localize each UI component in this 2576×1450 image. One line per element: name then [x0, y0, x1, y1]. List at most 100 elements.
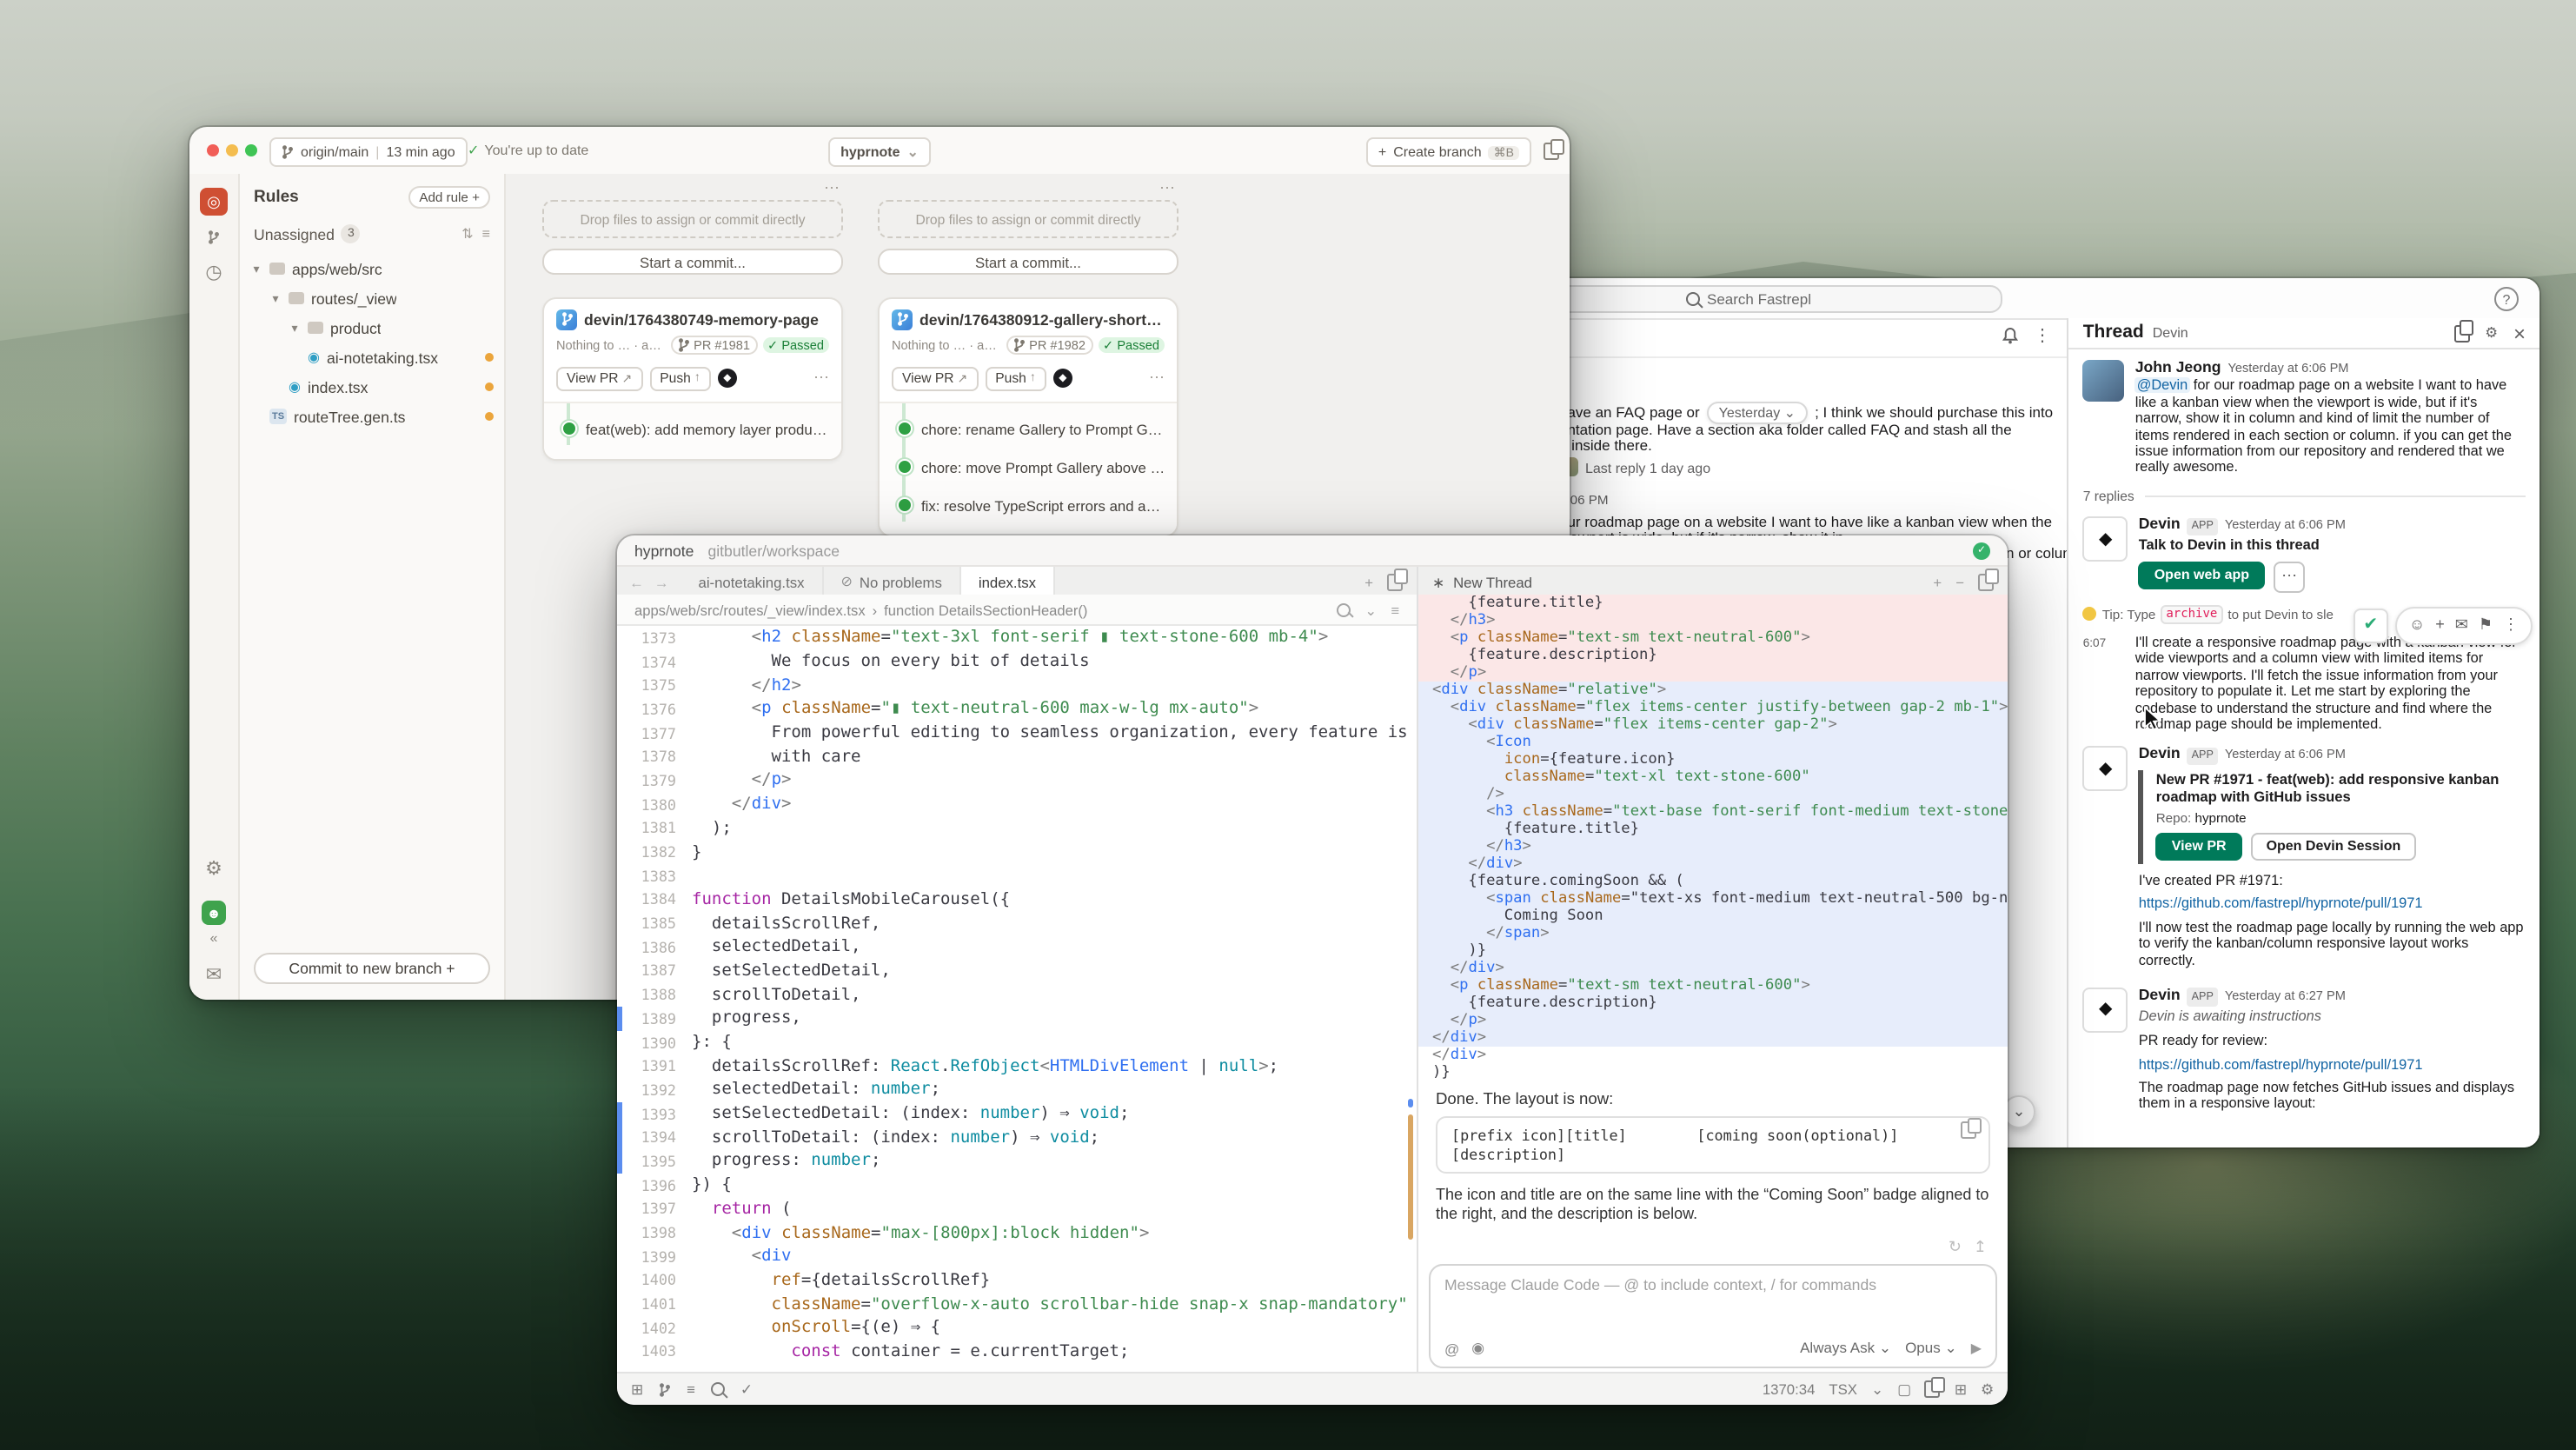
code-line[interactable]: 1403 const container = e.currentTarget;	[617, 1340, 1417, 1363]
pr-badge[interactable]: PR #1981	[671, 335, 757, 354]
mention[interactable]: @Devin	[2135, 378, 2190, 394]
copy-icon[interactable]	[1961, 1121, 1976, 1139]
check-reaction-button[interactable]: ✔	[2354, 609, 2388, 643]
code-line[interactable]: 1398 <div className="max-[800px]:block h…	[617, 1221, 1417, 1244]
code-line[interactable]: 1400 ref={detailsScrollRef}	[617, 1268, 1417, 1292]
code-line[interactable]: 1390}: {	[617, 1030, 1417, 1054]
open-in-window-icon[interactable]	[2453, 324, 2469, 342]
code-line[interactable]: 1391 detailsScrollRef: React.RefObject<H…	[617, 1054, 1417, 1078]
assistant-message-input[interactable]: Message Claude Code — @ to include conte…	[1429, 1264, 1997, 1368]
thread-scroll-area[interactable]: John Jeong Yesterday at 6:06 PM @Devin f…	[2069, 348, 2539, 1147]
view-pr-button[interactable]: View PR ↗	[892, 366, 978, 390]
code-line[interactable]: 1394 scrollToDetail: (index: number) ⇒ v…	[617, 1126, 1417, 1149]
commit-to-new-branch-button[interactable]: Commit to new branch +	[254, 953, 490, 984]
code-line[interactable]: 1401 className="overflow-x-auto scrollba…	[617, 1293, 1417, 1316]
code-line[interactable]: 1393 setSelectedDetail: (index: number) …	[617, 1102, 1417, 1126]
send-button[interactable]: ▶	[1971, 1340, 1982, 1356]
user-avatar[interactable]: ☻	[202, 901, 226, 925]
project-select[interactable]: hyprnote ⌄	[828, 137, 931, 167]
code-line[interactable]: 1380 </div>	[617, 793, 1417, 816]
new-thread-icon[interactable]: +	[1933, 573, 1942, 590]
workspace-icon[interactable]: ◎	[200, 188, 228, 216]
view-pr-button[interactable]: View PR	[2156, 833, 2242, 861]
close-button[interactable]	[207, 144, 219, 156]
unassigned-section-header[interactable]: Unassigned 3 ⇅≡	[240, 217, 504, 250]
thread-history-icon[interactable]: −	[1955, 573, 1964, 590]
retry-icon[interactable]: ↻	[1949, 1238, 1962, 1257]
help-icon[interactable]: ?	[2494, 287, 2519, 311]
tab-ai-notetaking[interactable]: ai-notetaking.tsx	[681, 567, 824, 596]
code-line[interactable]: 1385 detailsScrollRef,	[617, 912, 1417, 935]
nav-back-icon[interactable]: ←	[629, 573, 644, 590]
permission-mode-select[interactable]: Always Ask ⌄	[1800, 1339, 1891, 1358]
start-commit-button[interactable]: Start a commit...	[542, 249, 843, 275]
ci-status-badge[interactable]: ✓ Passed	[1098, 336, 1165, 352]
search-icon[interactable]	[1337, 602, 1351, 616]
emoji-reaction-icon[interactable]: ☺	[2409, 618, 2425, 635]
sender-name[interactable]: John Jeong	[2135, 360, 2221, 376]
timestamp[interactable]: 6:07	[2083, 635, 2125, 733]
code-line[interactable]: 1377 From powerful editing to seamless o…	[617, 722, 1417, 745]
file-tree-item[interactable]: TSrouteTree.gen.ts	[240, 402, 504, 431]
slack-search-bar[interactable]: Search Fastrepl	[1495, 285, 2002, 313]
more-icon[interactable]: ⋮	[2034, 327, 2051, 346]
code-line[interactable]: 1388 scrollToDetail,	[617, 983, 1417, 1007]
code-line[interactable]: 1395 progress: number;	[617, 1149, 1417, 1173]
code-line[interactable]: 1397 return (	[617, 1197, 1417, 1221]
timestamp[interactable]: Yesterday at 6:06 PM	[2225, 747, 2346, 763]
git-branch-icon[interactable]	[659, 1380, 671, 1399]
open-devin-session-button[interactable]: Open Devin Session	[2251, 833, 2417, 861]
nav-forward-icon[interactable]: →	[654, 573, 669, 590]
language-mode[interactable]: TSX	[1829, 1380, 1857, 1398]
branch-menu-button[interactable]: ⋯	[813, 369, 829, 388]
code-line[interactable]: 1381 );	[617, 816, 1417, 840]
code-line[interactable]: 1374 We focus on every bit of details	[617, 649, 1417, 673]
timestamp[interactable]: Yesterday at 6:06 PM	[2225, 517, 2346, 534]
devin-avatar[interactable]: ◆	[2083, 747, 2128, 792]
search-icon[interactable]	[711, 1382, 725, 1396]
origin-branch-pill[interactable]: origin/main | 13 min ago	[269, 137, 468, 167]
notifications-bell-icon[interactable]	[2002, 327, 2018, 349]
code-line[interactable]: 1382}	[617, 840, 1417, 863]
commit-item[interactable]: feat(web): add memory layer product page	[544, 409, 841, 448]
pr-link[interactable]: https://github.com/fastrepl/hyprnote/pul…	[2139, 896, 2526, 913]
model-select[interactable]: Opus ⌄	[1905, 1339, 1957, 1358]
right-dock-icon[interactable]	[1925, 1380, 1941, 1398]
open-web-app-button[interactable]: Open web app	[2139, 561, 2265, 589]
avatar[interactable]	[2083, 360, 2125, 402]
collab-status-icon[interactable]: ✓	[1973, 542, 1990, 559]
workspace-branch[interactable]: gitbutler/workspace	[707, 542, 840, 559]
sort-icon[interactable]: ⇅	[461, 226, 473, 242]
scrollbar-region-marker[interactable]	[1408, 1114, 1413, 1240]
timestamp[interactable]: Yesterday at 6:06 PM	[2227, 360, 2348, 376]
close-icon[interactable]: ×	[2513, 324, 2526, 342]
file-tree-item[interactable]: ◉index.tsx	[240, 372, 504, 402]
push-button[interactable]: Push ↑	[985, 366, 1046, 390]
code-line[interactable]: 1389 progress,	[617, 1007, 1417, 1030]
code-editor[interactable]: 1373 <h2 className="text-3xl font-serif …	[617, 626, 1417, 1374]
assistant-panel-icon[interactable]: ⊞	[1955, 1380, 1967, 1398]
lane-menu-button[interactable]: ⋯	[542, 181, 843, 200]
lane-dropzone[interactable]: Drop files to assign or commit directly	[878, 200, 1178, 238]
settings-gear-icon[interactable]: ⚙	[1981, 1380, 1994, 1398]
breadcrumb[interactable]: apps/web/src/routes/_view/index.tsx › fu…	[617, 595, 1417, 626]
new-tab-icon[interactable]: +	[1364, 573, 1373, 590]
minimize-button[interactable]	[226, 144, 238, 156]
code-line[interactable]: 1379 </p>	[617, 768, 1417, 792]
commit-item[interactable]: chore: move Prompt Gallery above Workflo…	[880, 448, 1177, 486]
code-line[interactable]: 1399 <div	[617, 1245, 1417, 1268]
file-tree-item[interactable]: ▾product	[240, 313, 504, 343]
code-line[interactable]: 1373 <h2 className="text-3xl font-serif …	[617, 626, 1417, 649]
view-pr-button[interactable]: View PR ↗	[556, 366, 642, 390]
collapse-sidebar-icon[interactable]: «	[210, 930, 218, 946]
branch-name[interactable]: devin/1764380912-gallery-shortcuts	[920, 310, 1165, 328]
file-tree-item[interactable]: ◉ai-notetaking.tsx	[240, 343, 504, 372]
code-line[interactable]: 1378 with care	[617, 745, 1417, 768]
expand-panel-icon[interactable]	[1978, 573, 1994, 590]
list-view-icon[interactable]: ≡	[482, 226, 490, 242]
code-line[interactable]: 1392 selectedDetail: number;	[617, 1078, 1417, 1101]
pr-link[interactable]: https://github.com/fastrepl/hyprnote/pul…	[2139, 1056, 2526, 1073]
diagnostics-indicator[interactable]: ⊘No problems	[824, 567, 961, 596]
branches-icon[interactable]	[208, 226, 220, 247]
file-tree-item[interactable]: ▾routes/_view	[240, 283, 504, 313]
